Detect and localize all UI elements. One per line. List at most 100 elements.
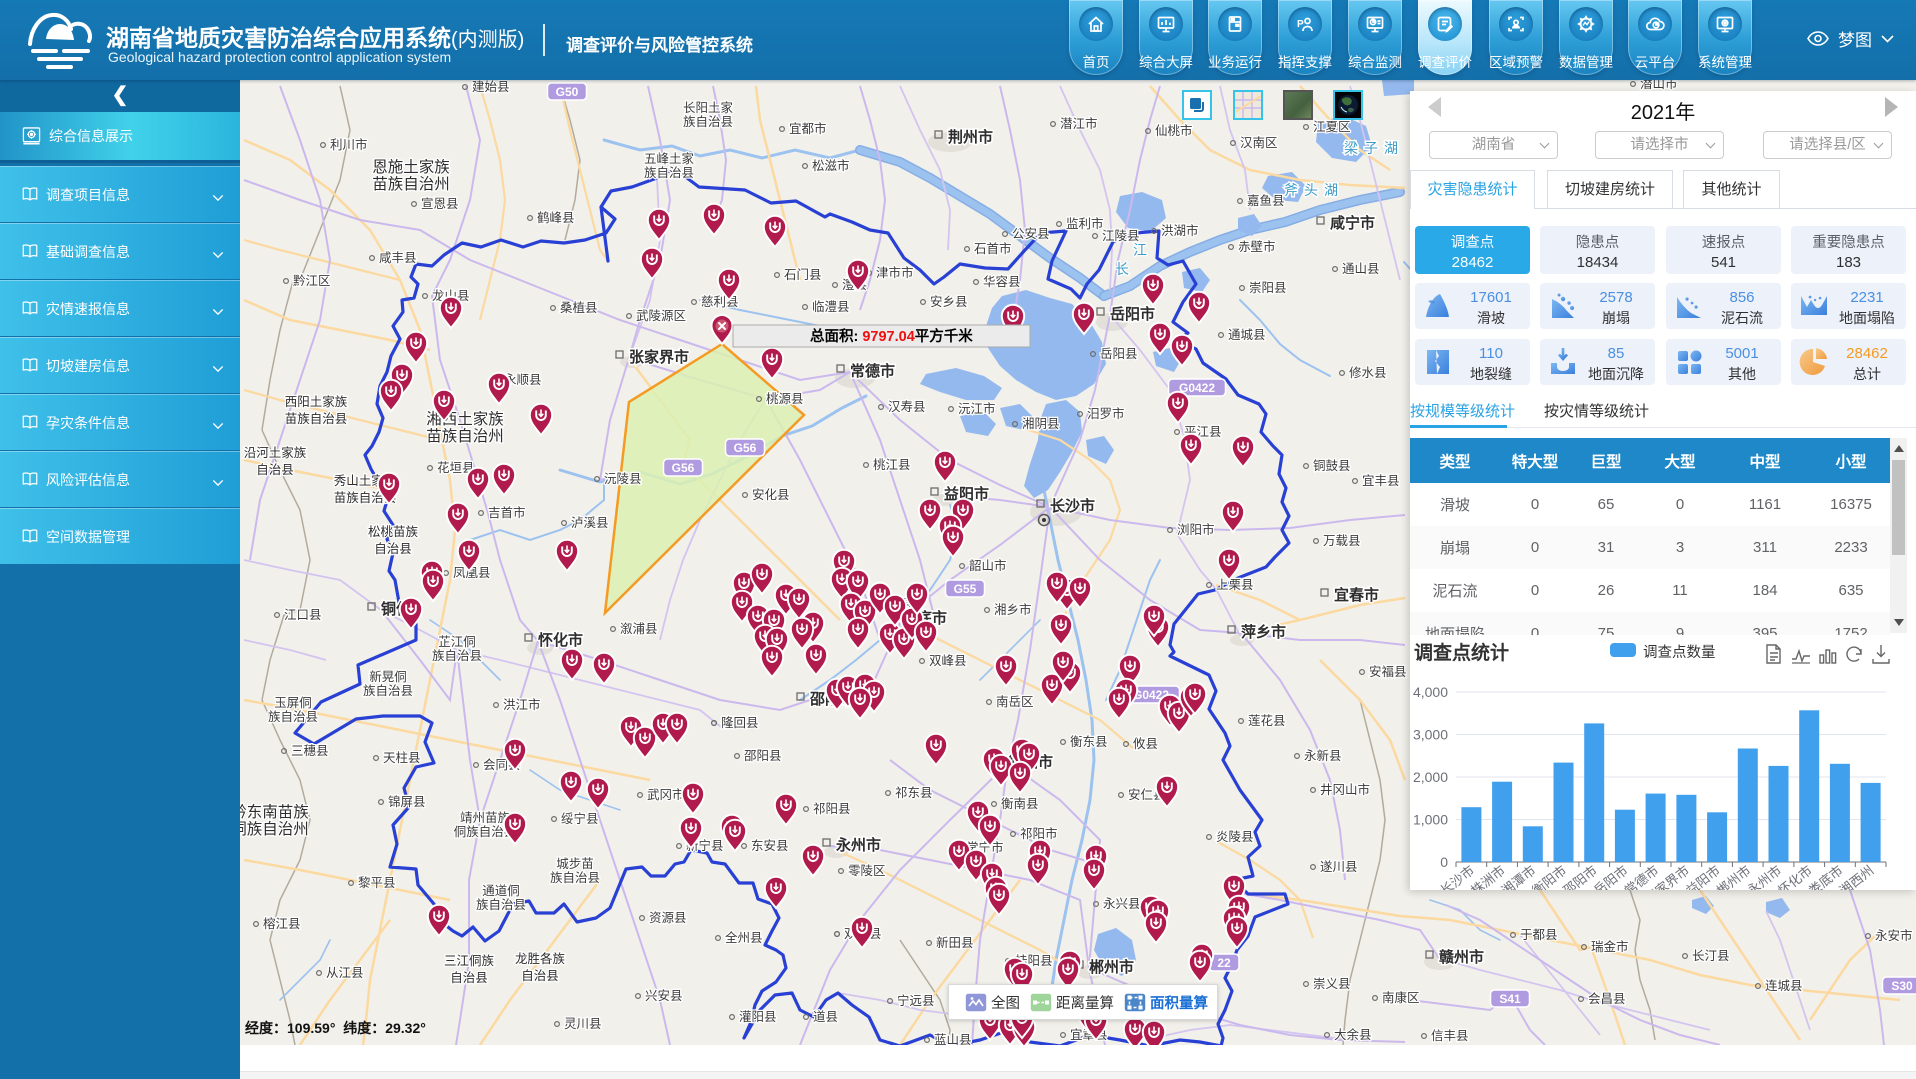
svg-text:监利市: 监利市: [1066, 216, 1104, 231]
svg-text:南康区: 南康区: [1382, 990, 1420, 1005]
svg-text:张家界市: 张家界市: [629, 348, 689, 366]
svg-text:G55: G55: [954, 582, 977, 596]
svg-text:永安市: 永安市: [1875, 928, 1913, 943]
svg-text:井冈山市: 井冈山市: [1320, 782, 1370, 797]
svg-text:潜山市: 潜山市: [1640, 80, 1678, 91]
svg-text:修水县: 修水县: [1349, 365, 1387, 380]
svg-text:S30: S30: [1891, 979, 1913, 993]
svg-text:锦屏县: 锦屏县: [388, 795, 426, 809]
svg-text:永新县: 永新县: [1304, 748, 1342, 763]
svg-text:G50: G50: [556, 85, 579, 99]
svg-text:吉首市: 吉首市: [488, 505, 526, 520]
svg-text:五峰土家: 五峰土家: [644, 151, 695, 166]
svg-text:邵阳县: 邵阳县: [744, 749, 782, 763]
svg-text:崇义县: 崇义县: [1313, 977, 1351, 991]
svg-text:莲花县: 莲花县: [1248, 713, 1286, 728]
svg-text:衡东县: 衡东县: [1070, 735, 1108, 749]
svg-text:大余县: 大余县: [1334, 1027, 1372, 1042]
svg-text:沿河土家族: 沿河土家族: [244, 445, 307, 460]
svg-text:侗族自治州: 侗族自治州: [240, 820, 309, 838]
svg-text:汉南区: 汉南区: [1240, 135, 1278, 150]
svg-text:荆州市: 荆州市: [948, 128, 993, 146]
svg-text:宜都市: 宜都市: [789, 121, 827, 136]
svg-text:衡南县: 衡南县: [1001, 796, 1039, 811]
svg-text:江: 江: [1133, 242, 1147, 258]
svg-text:信丰县: 信丰县: [1431, 1029, 1469, 1043]
svg-text:宜春市: 宜春市: [1334, 586, 1379, 604]
svg-text:族自治县: 族自治县: [268, 710, 318, 724]
svg-text:武冈市: 武冈市: [647, 787, 685, 802]
svg-text:桑植县: 桑植县: [560, 300, 598, 315]
svg-text:洪江市: 洪江市: [503, 697, 541, 712]
svg-text:兴安县: 兴安县: [645, 988, 683, 1003]
svg-text:浏阳市: 浏阳市: [1177, 522, 1215, 537]
svg-text:炎陵县: 炎陵县: [1216, 830, 1254, 844]
svg-text:桃源县: 桃源县: [766, 391, 804, 406]
svg-text:万载县: 万载县: [1323, 534, 1361, 548]
svg-text:绥宁县: 绥宁县: [561, 811, 599, 826]
svg-text:全州县: 全州县: [725, 930, 763, 945]
svg-text:S41: S41: [1499, 992, 1521, 1006]
svg-text:安化县: 安化县: [752, 487, 790, 502]
svg-text:三江侗族: 三江侗族: [444, 954, 495, 968]
svg-text:安乡县: 安乡县: [930, 294, 968, 309]
svg-text:会昌县: 会昌县: [1588, 992, 1626, 1006]
svg-text:蓝山县: 蓝山县: [934, 1033, 972, 1045]
svg-text:2,000: 2,000: [1413, 769, 1448, 785]
svg-text:族自治县: 族自治县: [432, 649, 482, 663]
svg-text:龙胜各族: 龙胜各族: [515, 951, 566, 966]
svg-text:江陵县: 江陵县: [1102, 229, 1140, 243]
svg-text:湘阴县: 湘阴县: [1022, 416, 1060, 431]
svg-text:新晃侗: 新晃侗: [369, 669, 407, 684]
svg-text:江口县: 江口县: [284, 608, 322, 622]
svg-text:咸宁市: 咸宁市: [1330, 214, 1375, 232]
svg-text:4,000: 4,000: [1413, 684, 1448, 700]
svg-text:汉寿县: 汉寿县: [888, 400, 926, 414]
svg-text:通道侗: 通道侗: [482, 884, 520, 898]
svg-text:族自治县: 族自治县: [363, 684, 413, 698]
svg-text:津市市: 津市市: [876, 265, 914, 280]
svg-text:黔江区: 黔江区: [293, 273, 331, 288]
svg-text:黎平县: 黎平县: [358, 876, 396, 890]
svg-text:上栗县: 上栗县: [1216, 578, 1254, 592]
svg-text:隆回县: 隆回县: [721, 715, 759, 730]
svg-text:天柱县: 天柱县: [383, 750, 421, 765]
svg-text:灌阳县: 灌阳县: [739, 1010, 777, 1024]
svg-text:铜鼓县: 铜鼓县: [1313, 458, 1351, 473]
svg-text:长汀县: 长汀县: [1692, 949, 1730, 963]
svg-text:咸丰县: 咸丰县: [379, 251, 417, 265]
svg-text:松滋市: 松滋市: [812, 158, 850, 173]
svg-text:1,000: 1,000: [1413, 812, 1448, 828]
svg-text:武陵源区: 武陵源区: [636, 309, 686, 323]
svg-text:族自治县: 族自治县: [644, 166, 694, 180]
svg-text:灵川县: 灵川县: [564, 1017, 602, 1031]
svg-text:东安县: 东安县: [751, 838, 789, 853]
svg-text:自治县: 自治县: [521, 969, 559, 983]
svg-text:芷江侗: 芷江侗: [438, 635, 476, 649]
svg-text:洪湖市: 洪湖市: [1161, 223, 1199, 238]
svg-text:宣恩县: 宣恩县: [421, 196, 459, 211]
svg-text:0: 0: [1440, 854, 1448, 870]
svg-text:沅陵县: 沅陵县: [604, 472, 642, 486]
svg-text:自治县: 自治县: [256, 463, 294, 477]
svg-text:岳阳县: 岳阳县: [1100, 347, 1138, 361]
svg-text:郴州市: 郴州市: [1089, 958, 1134, 976]
svg-text:恩施土家族: 恩施土家族: [372, 158, 450, 176]
svg-text:资源县: 资源县: [649, 911, 687, 925]
svg-text:道县: 道县: [813, 1010, 838, 1024]
svg-text:怀化市: 怀化市: [538, 631, 583, 649]
svg-text:泸溪县: 泸溪县: [571, 516, 609, 530]
svg-text:建始县: 建始县: [472, 80, 510, 94]
svg-text:22: 22: [1217, 956, 1231, 970]
svg-text:临澧县: 临澧县: [812, 300, 850, 314]
svg-text:岳阳市: 岳阳市: [1110, 305, 1155, 323]
svg-text:嘉鱼县: 嘉鱼县: [1247, 194, 1285, 208]
svg-text:总面积: 9797.04平方千米: 总面积: 9797.04平方千米: [810, 327, 973, 345]
svg-text:汨罗市: 汨罗市: [1087, 406, 1125, 421]
svg-text:族自治县: 族自治县: [476, 898, 526, 912]
svg-text:常德市: 常德市: [850, 362, 895, 380]
svg-text:苗族自治州: 苗族自治州: [372, 175, 450, 193]
svg-text:松桃苗族: 松桃苗族: [368, 524, 419, 539]
svg-text:玉屏侗: 玉屏侗: [274, 696, 312, 710]
svg-text:族自治县: 族自治县: [683, 115, 733, 129]
